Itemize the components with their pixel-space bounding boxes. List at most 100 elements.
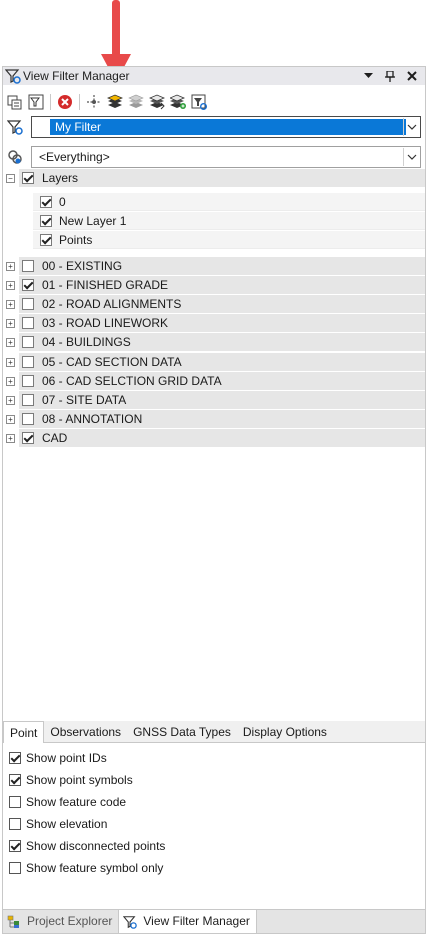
tab-project-explorer[interactable]: Project Explorer bbox=[3, 910, 118, 933]
layers-active-icon[interactable] bbox=[106, 93, 124, 111]
tree-layer-item[interactable]: 0 bbox=[3, 193, 425, 211]
expand-icon[interactable]: + bbox=[6, 433, 15, 443]
expand-icon[interactable]: + bbox=[6, 338, 15, 348]
tree-root-label: Layers bbox=[42, 171, 79, 185]
tab-view-filter-manager[interactable]: View Filter Manager bbox=[118, 910, 257, 933]
delete-icon[interactable] bbox=[56, 93, 74, 111]
option-show-point-symbols[interactable]: Show point symbols bbox=[9, 771, 309, 789]
group-checkbox[interactable] bbox=[22, 336, 34, 349]
filter-manager-icon bbox=[5, 69, 21, 84]
expand-icon[interactable]: + bbox=[6, 395, 15, 405]
tree-group[interactable]: + CAD bbox=[3, 428, 425, 447]
tree-group[interactable]: +05 - CAD SECTION DATA bbox=[3, 352, 425, 371]
tab-label: View Filter Manager bbox=[143, 914, 250, 928]
group-checkbox[interactable] bbox=[22, 355, 34, 368]
tab-gnss-data-types[interactable]: GNSS Data Types bbox=[127, 721, 237, 743]
chevron-down-icon[interactable] bbox=[403, 118, 419, 136]
layers-gray-icon[interactable] bbox=[127, 93, 145, 111]
tree-group[interactable]: +08 - ANNOTATION bbox=[3, 409, 425, 428]
tab-label: Project Explorer bbox=[27, 914, 113, 928]
filter-props-icon[interactable] bbox=[27, 93, 45, 111]
option-label: Show feature code bbox=[26, 795, 127, 809]
group-checkbox[interactable] bbox=[22, 260, 34, 272]
expand-icon[interactable]: + bbox=[6, 357, 15, 367]
layer-label: New Layer 1 bbox=[59, 214, 127, 228]
group-label: 01 - FINISHED GRADE bbox=[42, 278, 169, 293]
close-icon[interactable] bbox=[403, 68, 421, 84]
option-show-point-ids[interactable]: Show point IDs bbox=[9, 749, 309, 767]
expand-icon[interactable]: + bbox=[6, 319, 15, 329]
option-checkbox[interactable] bbox=[9, 752, 21, 764]
option-label: Show disconnected points bbox=[26, 839, 166, 853]
filter-select[interactable]: My Filter bbox=[31, 116, 421, 138]
point-options: Show point IDs Show point symbols Show fea… bbox=[3, 743, 425, 907]
expand-icon[interactable]: + bbox=[6, 281, 15, 291]
tree-group[interactable]: +01 - FINISHED GRADE bbox=[3, 276, 425, 295]
option-checkbox[interactable] bbox=[9, 862, 21, 874]
layer-checkbox[interactable] bbox=[40, 196, 52, 208]
option-label: Show feature symbol only bbox=[26, 861, 164, 875]
layer-checkbox[interactable] bbox=[40, 215, 52, 227]
layers-dark-icon[interactable] bbox=[148, 93, 166, 111]
tab-point[interactable]: Point bbox=[3, 721, 45, 744]
layer-label: Points bbox=[59, 233, 93, 247]
option-show-disconnected-points[interactable]: Show disconnected points bbox=[9, 837, 309, 855]
option-label: Show point IDs bbox=[26, 751, 107, 765]
group-checkbox[interactable] bbox=[22, 298, 34, 311]
tree-layer-item[interactable]: Points bbox=[3, 231, 425, 249]
group-label: 08 - ANNOTATION bbox=[42, 411, 143, 426]
expand-icon[interactable]: + bbox=[6, 300, 15, 310]
tree-group[interactable]: +02 - ROAD ALIGNMENTS bbox=[3, 295, 425, 314]
group-checkbox[interactable] bbox=[22, 431, 34, 444]
group-checkbox[interactable] bbox=[22, 374, 34, 387]
layer-label: 0 bbox=[59, 195, 66, 209]
option-checkbox[interactable] bbox=[9, 796, 21, 808]
panel-title: View Filter Manager bbox=[23, 69, 130, 83]
tree-layer-item[interactable]: New Layer 1 bbox=[3, 212, 425, 230]
move-icon[interactable] bbox=[85, 93, 103, 111]
tree-group[interactable]: +00 - EXISTING bbox=[3, 257, 425, 275]
toolbar-separator bbox=[79, 94, 80, 110]
bottom-tabs: Project Explorer View Filter Manager bbox=[3, 909, 425, 933]
tab-observations[interactable]: Observations bbox=[44, 721, 127, 743]
group-checkbox[interactable] bbox=[22, 393, 34, 406]
filter-select-value: My Filter bbox=[50, 119, 406, 135]
option-checkbox[interactable] bbox=[9, 818, 21, 830]
option-show-elevation[interactable]: Show elevation bbox=[9, 815, 309, 833]
option-checkbox[interactable] bbox=[9, 840, 21, 852]
filter-row: My Filter bbox=[3, 115, 425, 139]
panel-titlebar: View Filter Manager bbox=[3, 67, 425, 85]
filter-new-icon[interactable] bbox=[190, 93, 208, 111]
layers-add-icon[interactable] bbox=[169, 93, 187, 111]
dropdown-arrow-icon[interactable] bbox=[359, 68, 377, 84]
scope-select-value: <Everything> bbox=[39, 150, 110, 164]
group-label: 03 - ROAD LINEWORK bbox=[42, 316, 169, 331]
scope-select[interactable]: <Everything> bbox=[31, 146, 421, 168]
collapse-icon[interactable]: − bbox=[6, 174, 15, 183]
expand-icon[interactable]: + bbox=[6, 376, 15, 386]
tree-group[interactable]: +04 - BUILDINGS bbox=[3, 333, 425, 352]
export-icon[interactable] bbox=[6, 93, 24, 111]
project-explorer-icon bbox=[7, 915, 19, 928]
scope-row: <Everything> bbox=[3, 145, 425, 169]
tab-display-options[interactable]: Display Options bbox=[237, 721, 333, 743]
option-checkbox[interactable] bbox=[9, 774, 21, 786]
group-checkbox[interactable] bbox=[22, 317, 34, 330]
group-checkbox[interactable] bbox=[22, 279, 34, 292]
tree-group[interactable]: +06 - CAD SELCTION GRID DATA bbox=[3, 371, 425, 390]
expand-icon[interactable]: + bbox=[6, 262, 15, 271]
view-filter-manager-panel: View Filter Manager My Filter <Everythin… bbox=[2, 66, 426, 934]
option-show-feature-code[interactable]: Show feature code bbox=[9, 793, 309, 811]
layers-checkbox[interactable] bbox=[22, 172, 34, 184]
option-label: Show point symbols bbox=[26, 773, 133, 787]
group-checkbox[interactable] bbox=[22, 412, 34, 425]
toolbar bbox=[3, 91, 425, 113]
layer-checkbox[interactable] bbox=[40, 234, 52, 246]
tree-group[interactable]: +07 - SITE DATA bbox=[3, 390, 425, 409]
tree-root-layers[interactable]: − Layers bbox=[3, 169, 425, 187]
tree-group[interactable]: +03 - ROAD LINEWORK bbox=[3, 314, 425, 333]
chevron-down-icon[interactable] bbox=[403, 148, 419, 166]
option-show-feature-symbol-only[interactable]: Show feature symbol only bbox=[9, 859, 309, 877]
expand-icon[interactable]: + bbox=[6, 414, 15, 424]
pin-icon[interactable] bbox=[381, 68, 399, 84]
